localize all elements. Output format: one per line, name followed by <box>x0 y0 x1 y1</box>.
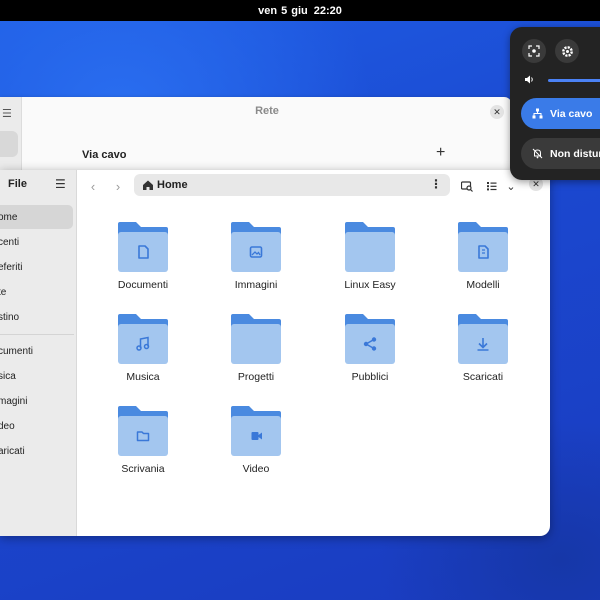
folder-name: Scrivania <box>121 463 165 475</box>
files-main-area: ‹ › Home ⋮ ⌄ ✕ Documenti Immagini Linux Ea… <box>77 170 550 536</box>
folder-template-icon <box>458 222 508 272</box>
folder-document-icon <box>118 222 168 272</box>
screenshot-icon <box>528 45 540 57</box>
folder-image-icon <box>231 222 281 272</box>
sidebar-item-label: stino <box>0 311 20 323</box>
folder-icon <box>345 222 395 272</box>
folder-name: Linux Easy <box>344 279 396 291</box>
folder-item[interactable]: Progetti <box>206 312 306 396</box>
settings-sidebar-selected-item[interactable] <box>0 131 18 157</box>
folder-item[interactable]: Documenti <box>93 220 193 304</box>
folder-download-icon <box>458 314 508 364</box>
close-button[interactable]: ✕ <box>490 105 504 119</box>
sidebar-item-trash[interactable]: stino <box>0 305 74 329</box>
folder-name: Scaricati <box>462 371 504 383</box>
folder-item[interactable]: Immagini <box>206 220 306 304</box>
sidebar-item-downloads[interactable]: aricati <box>0 439 74 463</box>
gear-icon <box>561 45 573 57</box>
sidebar-item-recent[interactable]: centi <box>0 230 74 254</box>
sidebar-item-label: te <box>0 286 7 298</box>
folder-name: Progetti <box>237 371 275 383</box>
screenshot-button[interactable] <box>522 39 546 63</box>
do-not-disturb-toggle[interactable]: Non disturb <box>521 138 600 169</box>
folder-name: Video <box>242 463 270 475</box>
sidebar-item-starred[interactable]: eferiti <box>0 255 74 279</box>
notifications-disabled-icon <box>532 148 544 160</box>
sidebar-item-videos[interactable]: deo <box>0 414 74 438</box>
top-bar: ven 5 giu 22:20 <box>0 0 600 21</box>
folder-item[interactable]: Scaricati <box>433 312 533 396</box>
sidebar-item-label: sica <box>0 370 16 382</box>
menu-icon[interactable]: ☰ <box>2 107 12 120</box>
folder-item[interactable]: Scrivania <box>93 404 193 488</box>
network-settings-window: ☰ Rete ✕ Via cavo + <box>0 97 512 175</box>
folder-share-icon <box>345 314 395 364</box>
files-window: File ☰ ome centi eferiti te stino cument… <box>0 170 550 536</box>
sidebar-item-label: ome <box>0 211 18 223</box>
clock[interactable]: ven 5 giu 22:20 <box>258 5 342 17</box>
wired-network-toggle[interactable]: Via cavo <box>521 98 600 129</box>
volume-slider[interactable] <box>548 79 600 82</box>
volume-icon[interactable] <box>524 74 535 85</box>
files-sidebar: File ☰ ome centi eferiti te stino cument… <box>0 170 77 536</box>
folder-desktop-icon <box>118 406 168 456</box>
settings-button[interactable] <box>555 39 579 63</box>
sidebar-divider <box>0 334 74 335</box>
sidebar-item-label: cumenti <box>0 345 34 357</box>
sidebar-item-music[interactable]: sica <box>0 364 74 388</box>
sidebar-item-label: centi <box>0 236 20 248</box>
sidebar-item-pictures[interactable]: magini <box>0 389 74 413</box>
add-connection-button[interactable]: + <box>436 144 445 162</box>
folder-item[interactable]: Musica <box>93 312 193 396</box>
sidebar-item-home[interactable]: ome <box>0 205 73 229</box>
sidebar-item-label: eferiti <box>0 261 23 273</box>
time-label: 22:20 <box>313 4 342 17</box>
folder-item[interactable]: Pubblici <box>320 312 420 396</box>
wired-section-label: Via cavo <box>82 149 127 161</box>
window-title: Rete <box>255 105 279 117</box>
folder-item[interactable]: Linux Easy <box>320 220 420 304</box>
folder-name: Modelli <box>466 279 500 291</box>
folder-name: Pubblici <box>351 371 389 383</box>
wired-network-label: Via cavo <box>550 107 593 120</box>
main-menu-icon[interactable]: ☰ <box>55 177 66 191</box>
folder-grid: Documenti Immagini Linux Easy Modelli Musica… <box>77 170 550 536</box>
settings-sidebar: ☰ <box>0 97 22 175</box>
folder-name: Musica <box>126 371 160 383</box>
sidebar-item-label: aricati <box>0 445 25 457</box>
folder-music-icon <box>118 314 168 364</box>
folder-item[interactable]: Video <box>206 404 306 488</box>
folder-name: Immagini <box>234 279 278 291</box>
do-not-disturb-label: Non disturb <box>550 147 600 160</box>
date-label: ven 5 giu <box>258 4 308 17</box>
folder-icon <box>231 314 281 364</box>
folder-item[interactable]: Modelli <box>433 220 533 304</box>
sidebar-title: File <box>8 178 27 190</box>
folder-video-icon <box>231 406 281 456</box>
sidebar-item-label: magini <box>0 395 28 407</box>
quick-settings-panel: Via cavo Non disturb <box>510 27 600 180</box>
wired-network-icon <box>532 108 544 120</box>
sidebar-item-network[interactable]: te <box>0 280 74 304</box>
sidebar-item-label: deo <box>0 420 15 432</box>
sidebar-item-documents[interactable]: cumenti <box>0 339 74 363</box>
folder-name: Documenti <box>117 279 169 291</box>
